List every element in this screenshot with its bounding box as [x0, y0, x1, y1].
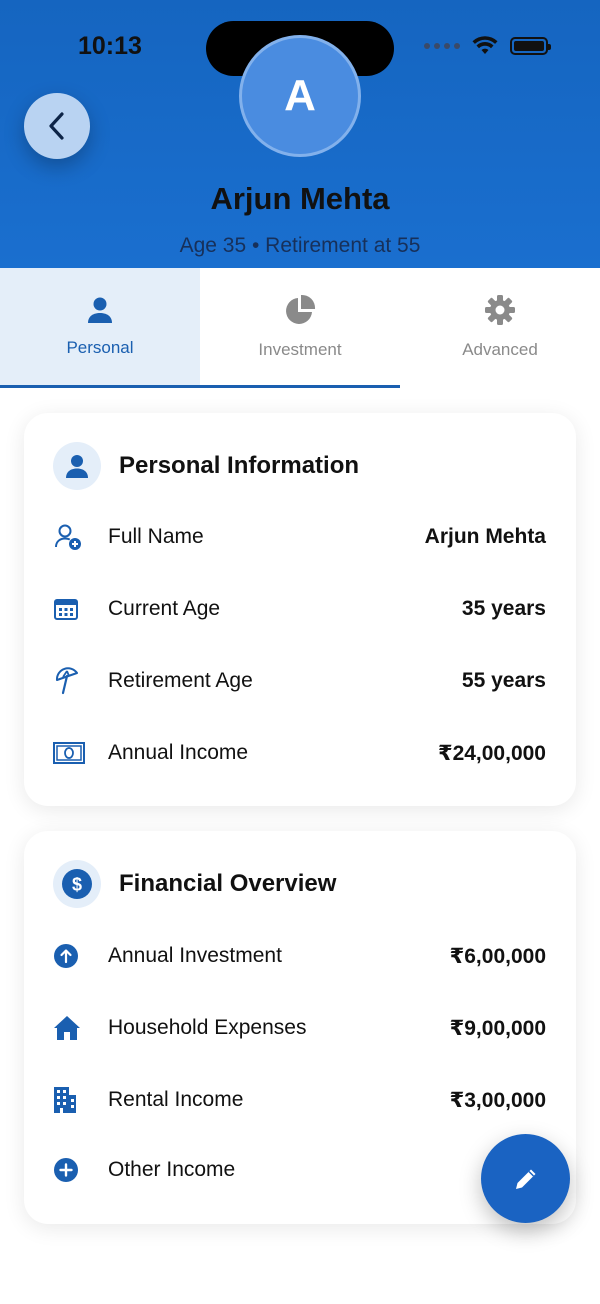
arrow-up-circle-icon [53, 943, 89, 969]
dollar-circle-icon: $ [53, 860, 101, 908]
personal-information-card: Personal Information Full Name Arjun Meh… [24, 413, 576, 806]
gear-icon [485, 295, 515, 325]
row-value: ₹3,00,000 [449, 1088, 546, 1112]
tab-investment[interactable]: Investment [200, 268, 400, 386]
row-value: ₹6,00,000 [449, 944, 546, 968]
svg-text:$: $ [72, 875, 82, 895]
house-icon [53, 1014, 89, 1042]
status-time: 10:13 [78, 32, 142, 60]
battery-icon [510, 37, 551, 55]
edit-button[interactable] [481, 1134, 570, 1223]
row-label: Current Age [108, 597, 221, 620]
person-add-icon [53, 522, 89, 552]
tab-personal[interactable]: Personal [0, 268, 200, 386]
row-rental-income: Rental Income ₹3,00,000 [53, 1080, 546, 1120]
row-label: Annual Investment [108, 944, 282, 967]
tab-label: Personal [66, 338, 134, 357]
status-icons [424, 36, 551, 56]
card-header: Personal Information [53, 442, 359, 490]
tab-label: Investment [258, 340, 342, 359]
row-value: Arjun Mehta [424, 525, 546, 548]
person-icon [88, 297, 112, 323]
person-icon [53, 442, 101, 490]
card-title: Financial Overview [119, 870, 337, 897]
building-icon [53, 1086, 89, 1114]
row-value: 55 years [461, 669, 546, 692]
row-annual-investment: Annual Investment ₹6,00,000 [53, 936, 546, 976]
pie-chart-icon [286, 294, 316, 324]
row-label: Retirement Age [108, 669, 253, 692]
beach-umbrella-icon [53, 667, 89, 695]
row-label: Full Name [108, 525, 204, 548]
tab-label: Advanced [462, 340, 538, 359]
row-label: Annual Income [108, 741, 249, 764]
row-label: Household Expenses [108, 1016, 307, 1039]
row-full-name: Full Name Arjun Mehta [53, 517, 546, 557]
money-bill-icon [53, 742, 89, 764]
row-value: 35 years [461, 597, 546, 620]
row-value: ₹24,00,000 [437, 741, 546, 765]
row-household-expenses: Household Expenses ₹9,00,000 [53, 1008, 546, 1048]
profile-header: 10:13 A Arjun Mehta Age 35 • Retirement … [0, 0, 600, 268]
row-retirement-age: Retirement Age 55 years [53, 661, 546, 701]
back-button[interactable] [24, 93, 90, 159]
avatar: A [239, 35, 361, 157]
row-current-age: Current Age 35 years [53, 589, 546, 629]
tab-bar: Personal Investment Advanced [0, 268, 600, 388]
profile-subtitle: Age 35 • Retirement at 55 [179, 234, 421, 257]
card-header: $ Financial Overview [53, 860, 336, 908]
row-annual-income: Annual Income ₹24,00,000 [53, 733, 546, 773]
row-other-income: Other Income [53, 1150, 546, 1190]
row-label: Rental Income [108, 1088, 244, 1111]
chevron-left-icon [49, 112, 64, 140]
wifi-icon [472, 36, 498, 54]
pencil-icon [515, 1169, 535, 1189]
tab-advanced[interactable]: Advanced [400, 268, 600, 386]
profile-name: Arjun Mehta [210, 181, 390, 216]
plus-circle-icon [53, 1157, 89, 1183]
row-value: ₹9,00,000 [449, 1016, 546, 1040]
calendar-icon [53, 596, 89, 622]
tab-active-indicator [0, 385, 400, 388]
signal-icon [424, 43, 460, 49]
card-title: Personal Information [119, 452, 360, 479]
